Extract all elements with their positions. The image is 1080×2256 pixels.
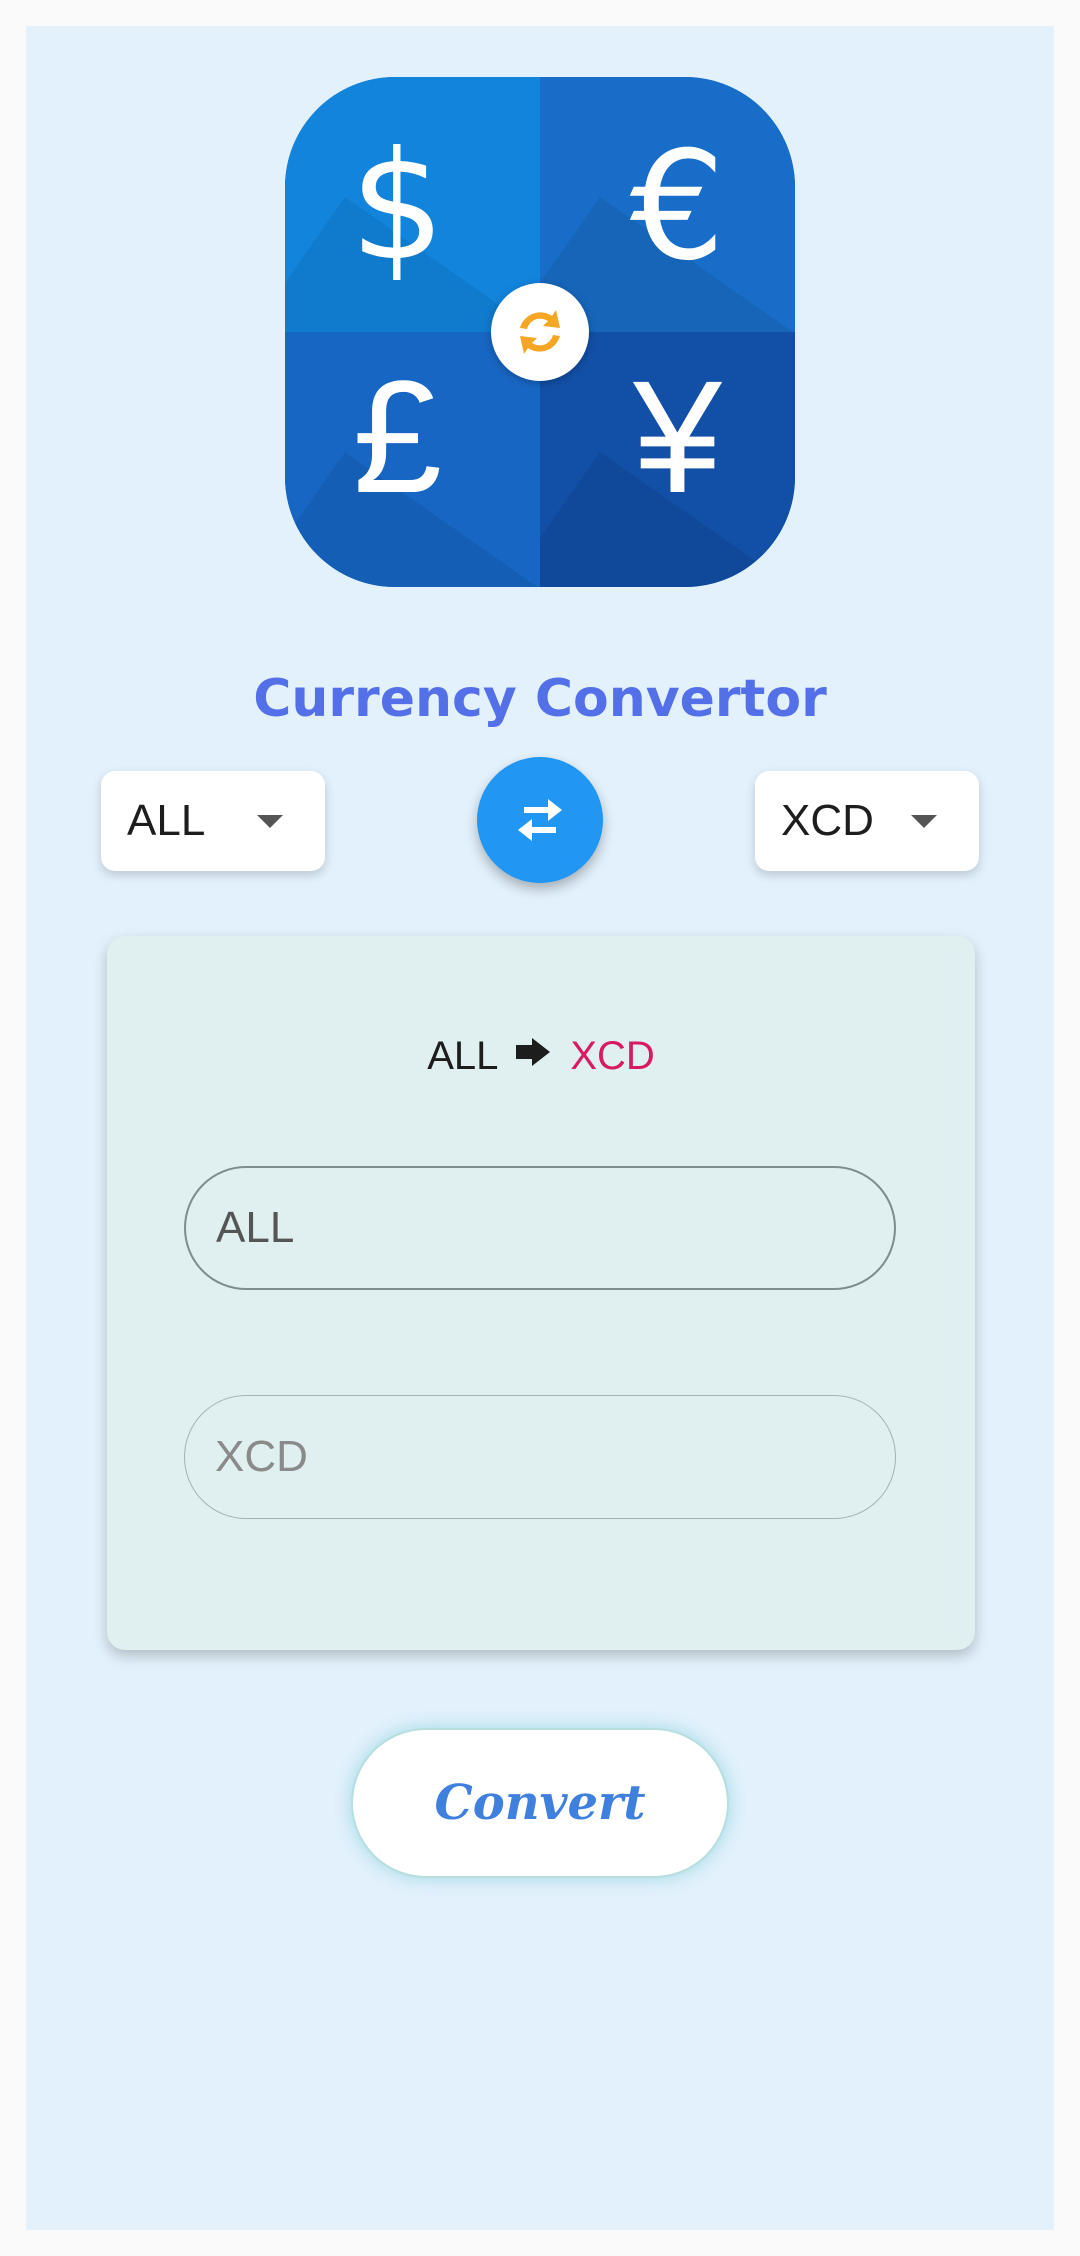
logo-quadrant-pound: £ bbox=[285, 332, 540, 587]
dollar-symbol: $ bbox=[349, 120, 446, 294]
to-currency-dropdown[interactable]: XCD bbox=[755, 771, 979, 871]
euro-symbol: € bbox=[629, 120, 726, 294]
convert-button[interactable]: Convert bbox=[351, 1728, 729, 1878]
to-amount-input[interactable] bbox=[215, 1396, 865, 1518]
pair-to-code: XCD bbox=[570, 1034, 655, 1078]
app-logo: $ € £ ¥ bbox=[285, 77, 795, 587]
chevron-down-icon bbox=[257, 815, 283, 828]
from-amount-input[interactable] bbox=[216, 1168, 866, 1288]
pound-symbol: £ bbox=[353, 347, 442, 526]
arrow-right-icon bbox=[516, 1031, 552, 1079]
from-currency-value: ALL bbox=[127, 796, 206, 845]
chevron-down-icon bbox=[911, 815, 937, 828]
logo-quadrant-dollar: $ bbox=[285, 77, 540, 332]
swap-horizontal-icon bbox=[518, 799, 562, 841]
pair-from-code: ALL bbox=[427, 1034, 499, 1078]
logo-quadrant-euro: € bbox=[540, 77, 795, 332]
currency-pair-header: ALL XCD bbox=[107, 1032, 975, 1082]
convert-button-label: Convert bbox=[434, 1775, 646, 1831]
swap-currencies-button[interactable] bbox=[477, 757, 603, 883]
conversion-card: ALL XCD bbox=[107, 936, 975, 1650]
refresh-arrows-icon bbox=[491, 283, 589, 381]
to-currency-value: XCD bbox=[781, 796, 874, 845]
from-amount-field[interactable] bbox=[184, 1166, 896, 1290]
to-amount-field[interactable] bbox=[184, 1395, 896, 1519]
logo-quadrant-yen: ¥ bbox=[540, 332, 795, 587]
yen-symbol: ¥ bbox=[633, 347, 722, 526]
from-currency-dropdown[interactable]: ALL bbox=[101, 771, 325, 871]
app-title: Currency Convertor bbox=[253, 669, 827, 729]
app-screen: $ € £ ¥ Currency Convertor ALL XCD ALL X… bbox=[26, 26, 1054, 2230]
